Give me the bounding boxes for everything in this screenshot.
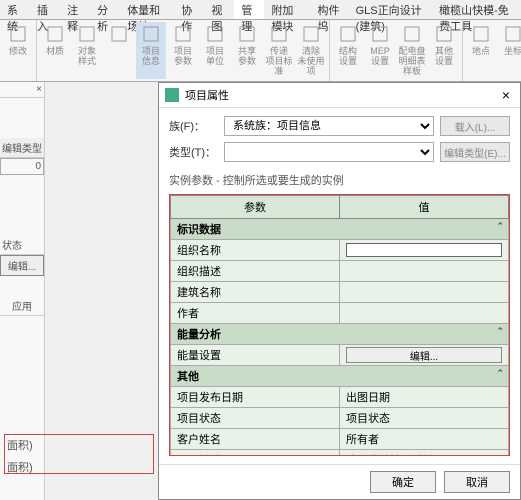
group-标识数据[interactable]: 标识数据⌃ (171, 219, 509, 240)
dialog-icon (165, 88, 179, 102)
ribbon-配电盘明细表[interactable]: 配电盘明细表样板 (397, 22, 427, 79)
ribbon-共享[interactable]: 共享参数 (232, 22, 262, 79)
param-name: 项目发布日期 (171, 387, 340, 408)
dialog-title: 项目属性 (185, 87, 498, 103)
ribbon-项目[interactable]: 项目信息 (136, 22, 166, 79)
tab-3[interactable]: 分析 (90, 0, 120, 19)
edit-type-btn[interactable]: 编辑类型 (0, 138, 44, 158)
table-row: 项目状态项目状态 (171, 408, 509, 429)
area-2: 面积) (7, 459, 151, 475)
param-value[interactable] (340, 282, 509, 303)
tab-10[interactable]: GLS正向设计(建筑) (349, 0, 433, 19)
family-select[interactable]: 系统族：项目信息 (224, 116, 434, 136)
param-name: 组织描述 (171, 261, 340, 282)
ribbon-项目[interactable]: 项目单位 (200, 22, 230, 79)
param-value[interactable] (340, 303, 509, 324)
col-value: 值 (340, 196, 509, 219)
ribbon-tabs: 系统插入注释分析体量和场地协作视图管理附加模块构件坞GLS正向设计(建筑)橄榄山… (0, 0, 521, 20)
apply-btn[interactable]: 应用 (0, 296, 44, 316)
param-value[interactable]: 所有者 (340, 429, 509, 450)
ribbon-坐标[interactable]: 坐标 (498, 22, 521, 79)
ribbon-地点[interactable]: 地点 (466, 22, 496, 79)
family-label: 族(F)： (169, 118, 224, 134)
value-input[interactable] (346, 243, 502, 257)
dialog-titlebar: 项目属性 × (159, 83, 520, 108)
table-row: 建筑名称 (171, 282, 509, 303)
param-value[interactable]: 出图日期 (340, 387, 509, 408)
ribbon-其他[interactable]: 其他设置 (429, 22, 459, 79)
param-name: 建筑名称 (171, 282, 340, 303)
tab-6[interactable]: 视图 (204, 0, 234, 19)
load-button[interactable]: 载入(L)... (440, 116, 510, 136)
ribbon-修改[interactable]: 修改 (3, 22, 33, 79)
ribbon-snap[interactable] (104, 22, 134, 79)
param-value[interactable]: 请在此处输入地址 (340, 450, 509, 457)
group-其他[interactable]: 其他⌃ (171, 366, 509, 387)
param-value[interactable] (340, 261, 509, 282)
param-table-wrap: 参数 值 标识数据⌃组织名称组织描述建筑名称作者能量分析⌃能量设置编辑...其他… (169, 194, 510, 456)
ribbon: 修改材质对象样式 项目信息项目参数项目单位共享参数传递项目标准清除未使用项结构设置… (0, 20, 521, 82)
param-name: 能量设置 (171, 345, 340, 366)
value-0: 0 (0, 158, 44, 175)
tab-9[interactable]: 构件坞 (311, 0, 349, 19)
group-能量分析[interactable]: 能量分析⌃ (171, 324, 509, 345)
ribbon-结构[interactable]: 结构设置 (333, 22, 363, 79)
status-label: 状态 (0, 235, 44, 255)
table-row: 能量设置编辑... (171, 345, 509, 366)
ok-button[interactable]: 确定 (370, 471, 436, 493)
panel-close[interactable]: × (0, 82, 44, 98)
param-name: 项目地址 (171, 450, 340, 457)
ribbon-传递[interactable]: 传递项目标准 (264, 22, 294, 79)
project-properties-dialog: 项目属性 × 族(F)： 系统族：项目信息 载入(L)... 类型(T)： 编辑… (158, 82, 521, 500)
tab-8[interactable]: 附加模块 (264, 0, 310, 19)
area-1: 面积) (7, 437, 151, 453)
edit-btn[interactable]: 编辑... (0, 255, 44, 276)
red-outline: 面积) 面积) (4, 434, 154, 474)
param-name: 项目状态 (171, 408, 340, 429)
ribbon-MEP[interactable]: MEP设置 (365, 22, 395, 79)
cancel-button[interactable]: 取消 (444, 471, 510, 493)
close-icon[interactable]: × (498, 87, 514, 103)
ribbon-清除[interactable]: 清除未使用项 (296, 22, 326, 79)
table-row: 组织描述 (171, 261, 509, 282)
table-row: 项目地址请在此处输入地址 (171, 450, 509, 457)
dialog-footer: 确定 取消 (159, 464, 520, 499)
param-table: 参数 值 标识数据⌃组织名称组织描述建筑名称作者能量分析⌃能量设置编辑...其他… (170, 195, 509, 456)
param-value[interactable]: 编辑... (340, 345, 509, 366)
table-row: 客户姓名所有者 (171, 429, 509, 450)
param-name: 作者 (171, 303, 340, 324)
tab-11[interactable]: 橄榄山快模-免费工具 (432, 0, 521, 19)
tab-2[interactable]: 注释 (60, 0, 90, 19)
edit-button[interactable]: 编辑... (346, 347, 502, 363)
param-name: 组织名称 (171, 240, 340, 261)
instance-hint: 实例参数 - 控制所选或要生成的实例 (169, 172, 510, 188)
table-row: 组织名称 (171, 240, 509, 261)
edit-type-button[interactable]: 编辑类型(E)... (440, 142, 510, 162)
col-param: 参数 (171, 196, 340, 219)
tab-4[interactable]: 体量和场地 (120, 0, 174, 19)
tab-0[interactable]: 系统 (0, 0, 30, 19)
table-row: 作者 (171, 303, 509, 324)
type-label: 类型(T)： (169, 144, 224, 160)
type-select[interactable] (224, 142, 434, 162)
tab-1[interactable]: 插入 (30, 0, 60, 19)
tab-5[interactable]: 协作 (174, 0, 204, 19)
table-row: 项目发布日期出图日期 (171, 387, 509, 408)
param-value[interactable] (340, 240, 509, 261)
param-name: 客户姓名 (171, 429, 340, 450)
param-value[interactable]: 项目状态 (340, 408, 509, 429)
tab-7[interactable]: 管理 (234, 0, 264, 19)
ribbon-材质[interactable]: 材质 (40, 22, 70, 79)
ribbon-项目[interactable]: 项目参数 (168, 22, 198, 79)
ribbon-对象[interactable]: 对象样式 (72, 22, 102, 79)
